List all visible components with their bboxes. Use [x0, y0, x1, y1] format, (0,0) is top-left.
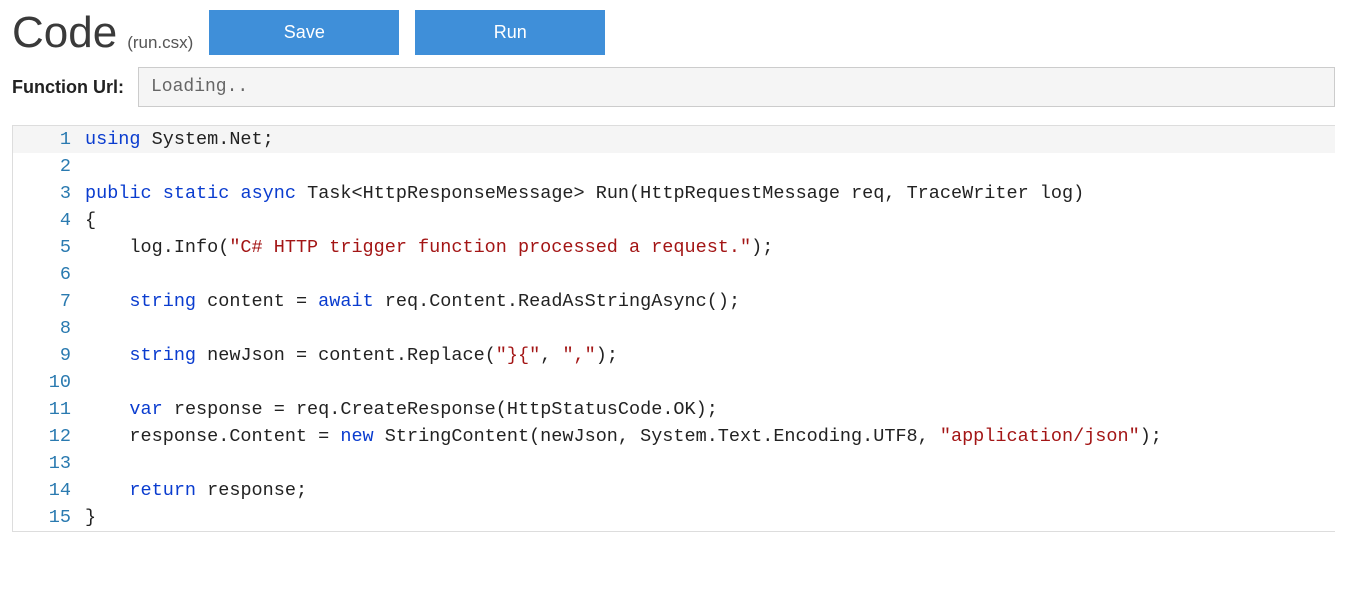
run-button[interactable]: Run: [415, 10, 605, 55]
code-line[interactable]: 5 log.Info("C# HTTP trigger function pro…: [13, 234, 1335, 261]
line-number: 6: [13, 261, 85, 288]
line-number: 3: [13, 180, 85, 207]
header-bar: Code (run.csx) Save Run: [12, 10, 1335, 55]
code-content[interactable]: [85, 315, 1335, 342]
code-content[interactable]: }: [85, 504, 1335, 531]
code-line[interactable]: 13: [13, 450, 1335, 477]
line-number: 13: [13, 450, 85, 477]
save-button[interactable]: Save: [209, 10, 399, 55]
code-line[interactable]: 8: [13, 315, 1335, 342]
function-url-input[interactable]: [138, 67, 1335, 107]
code-content[interactable]: public static async Task<HttpResponseMes…: [85, 180, 1335, 207]
code-line[interactable]: 9 string newJson = content.Replace("}{",…: [13, 342, 1335, 369]
code-editor[interactable]: 1using System.Net;23public static async …: [12, 125, 1335, 532]
line-number: 12: [13, 423, 85, 450]
code-content[interactable]: [85, 450, 1335, 477]
code-content[interactable]: return response;: [85, 477, 1335, 504]
code-content[interactable]: [85, 261, 1335, 288]
code-line[interactable]: 14 return response;: [13, 477, 1335, 504]
code-content[interactable]: string newJson = content.Replace("}{", "…: [85, 342, 1335, 369]
code-line[interactable]: 3public static async Task<HttpResponseMe…: [13, 180, 1335, 207]
function-url-label: Function Url:: [12, 77, 124, 98]
line-number: 4: [13, 207, 85, 234]
code-line[interactable]: 15}: [13, 504, 1335, 531]
line-number: 1: [13, 126, 85, 153]
page-subtitle: (run.csx): [127, 33, 193, 53]
code-content[interactable]: log.Info("C# HTTP trigger function proce…: [85, 234, 1335, 261]
code-line[interactable]: 4{: [13, 207, 1335, 234]
line-number: 7: [13, 288, 85, 315]
code-content[interactable]: {: [85, 207, 1335, 234]
function-url-row: Function Url:: [12, 67, 1335, 107]
page-title: Code: [12, 11, 117, 55]
code-content[interactable]: response.Content = new StringContent(new…: [85, 423, 1335, 450]
code-line[interactable]: 11 var response = req.CreateResponse(Htt…: [13, 396, 1335, 423]
code-content[interactable]: [85, 369, 1335, 396]
code-line[interactable]: 1using System.Net;: [13, 126, 1335, 153]
code-line[interactable]: 12 response.Content = new StringContent(…: [13, 423, 1335, 450]
code-line[interactable]: 6: [13, 261, 1335, 288]
line-number: 5: [13, 234, 85, 261]
line-number: 10: [13, 369, 85, 396]
line-number: 8: [13, 315, 85, 342]
line-number: 11: [13, 396, 85, 423]
line-number: 14: [13, 477, 85, 504]
line-number: 15: [13, 504, 85, 531]
code-line[interactable]: 2: [13, 153, 1335, 180]
line-number: 9: [13, 342, 85, 369]
code-content[interactable]: string content = await req.Content.ReadA…: [85, 288, 1335, 315]
code-content[interactable]: using System.Net;: [85, 126, 1335, 153]
line-number: 2: [13, 153, 85, 180]
code-line[interactable]: 10: [13, 369, 1335, 396]
code-content[interactable]: [85, 153, 1335, 180]
code-content[interactable]: var response = req.CreateResponse(HttpSt…: [85, 396, 1335, 423]
code-line[interactable]: 7 string content = await req.Content.Rea…: [13, 288, 1335, 315]
